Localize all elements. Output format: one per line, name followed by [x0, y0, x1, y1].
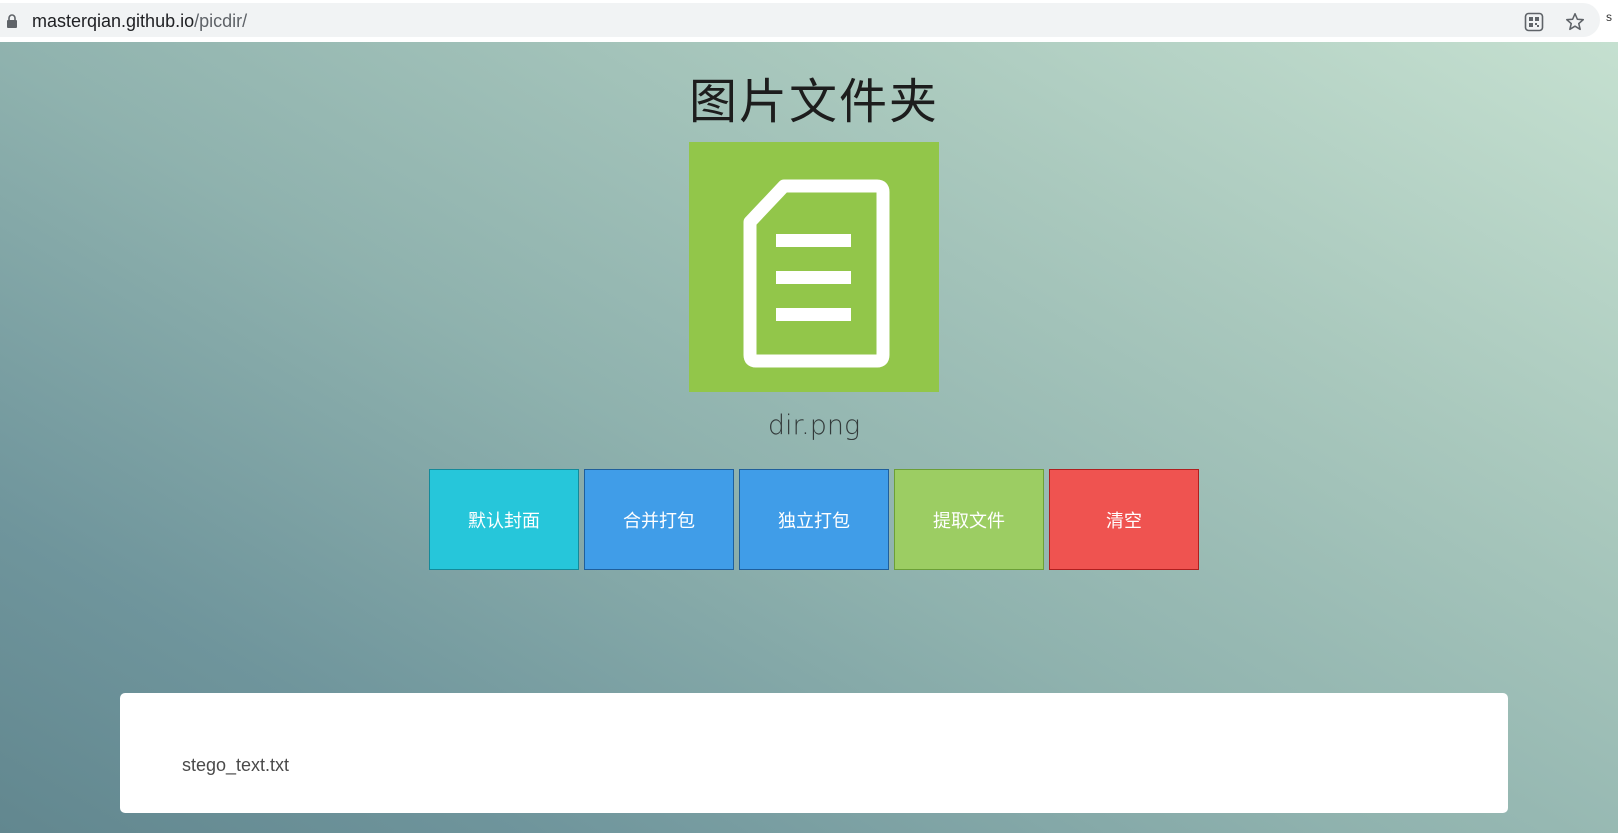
page-viewport: 图片文件夹 dir.png 默认封面 合并打包 独立打包 提取文件 清空 ste…: [0, 42, 1618, 833]
merge-pack-button[interactable]: 合并打包: [584, 469, 734, 570]
page-title: 图片文件夹: [688, 74, 939, 130]
separate-pack-button[interactable]: 独立打包: [739, 469, 889, 570]
url-host: masterqian.github.io: [32, 11, 195, 31]
url-text[interactable]: masterqian.github.io/picdir/: [32, 11, 247, 31]
edge-glyph: s: [1606, 10, 1612, 24]
file-list-item[interactable]: stego_text.txt: [182, 755, 289, 776]
browser-address-bar: masterqian.github.io/picdir/ s: [0, 0, 1618, 42]
url-path: /picdir/: [194, 11, 248, 31]
cover-filename: dir.png: [767, 410, 861, 441]
extract-files-button[interactable]: 提取文件: [894, 469, 1044, 570]
clear-button[interactable]: 清空: [1049, 469, 1199, 570]
qr-code-icon[interactable]: [1524, 12, 1544, 32]
file-list-panel: stego_text.txt: [120, 693, 1508, 813]
lock-icon[interactable]: [6, 14, 18, 28]
cover-image: [689, 142, 939, 392]
document-icon: [743, 179, 890, 368]
omnibox[interactable]: masterqian.github.io/picdir/: [0, 3, 1600, 37]
default-cover-button[interactable]: 默认封面: [429, 469, 579, 570]
bookmark-star-icon[interactable]: [1564, 11, 1586, 33]
